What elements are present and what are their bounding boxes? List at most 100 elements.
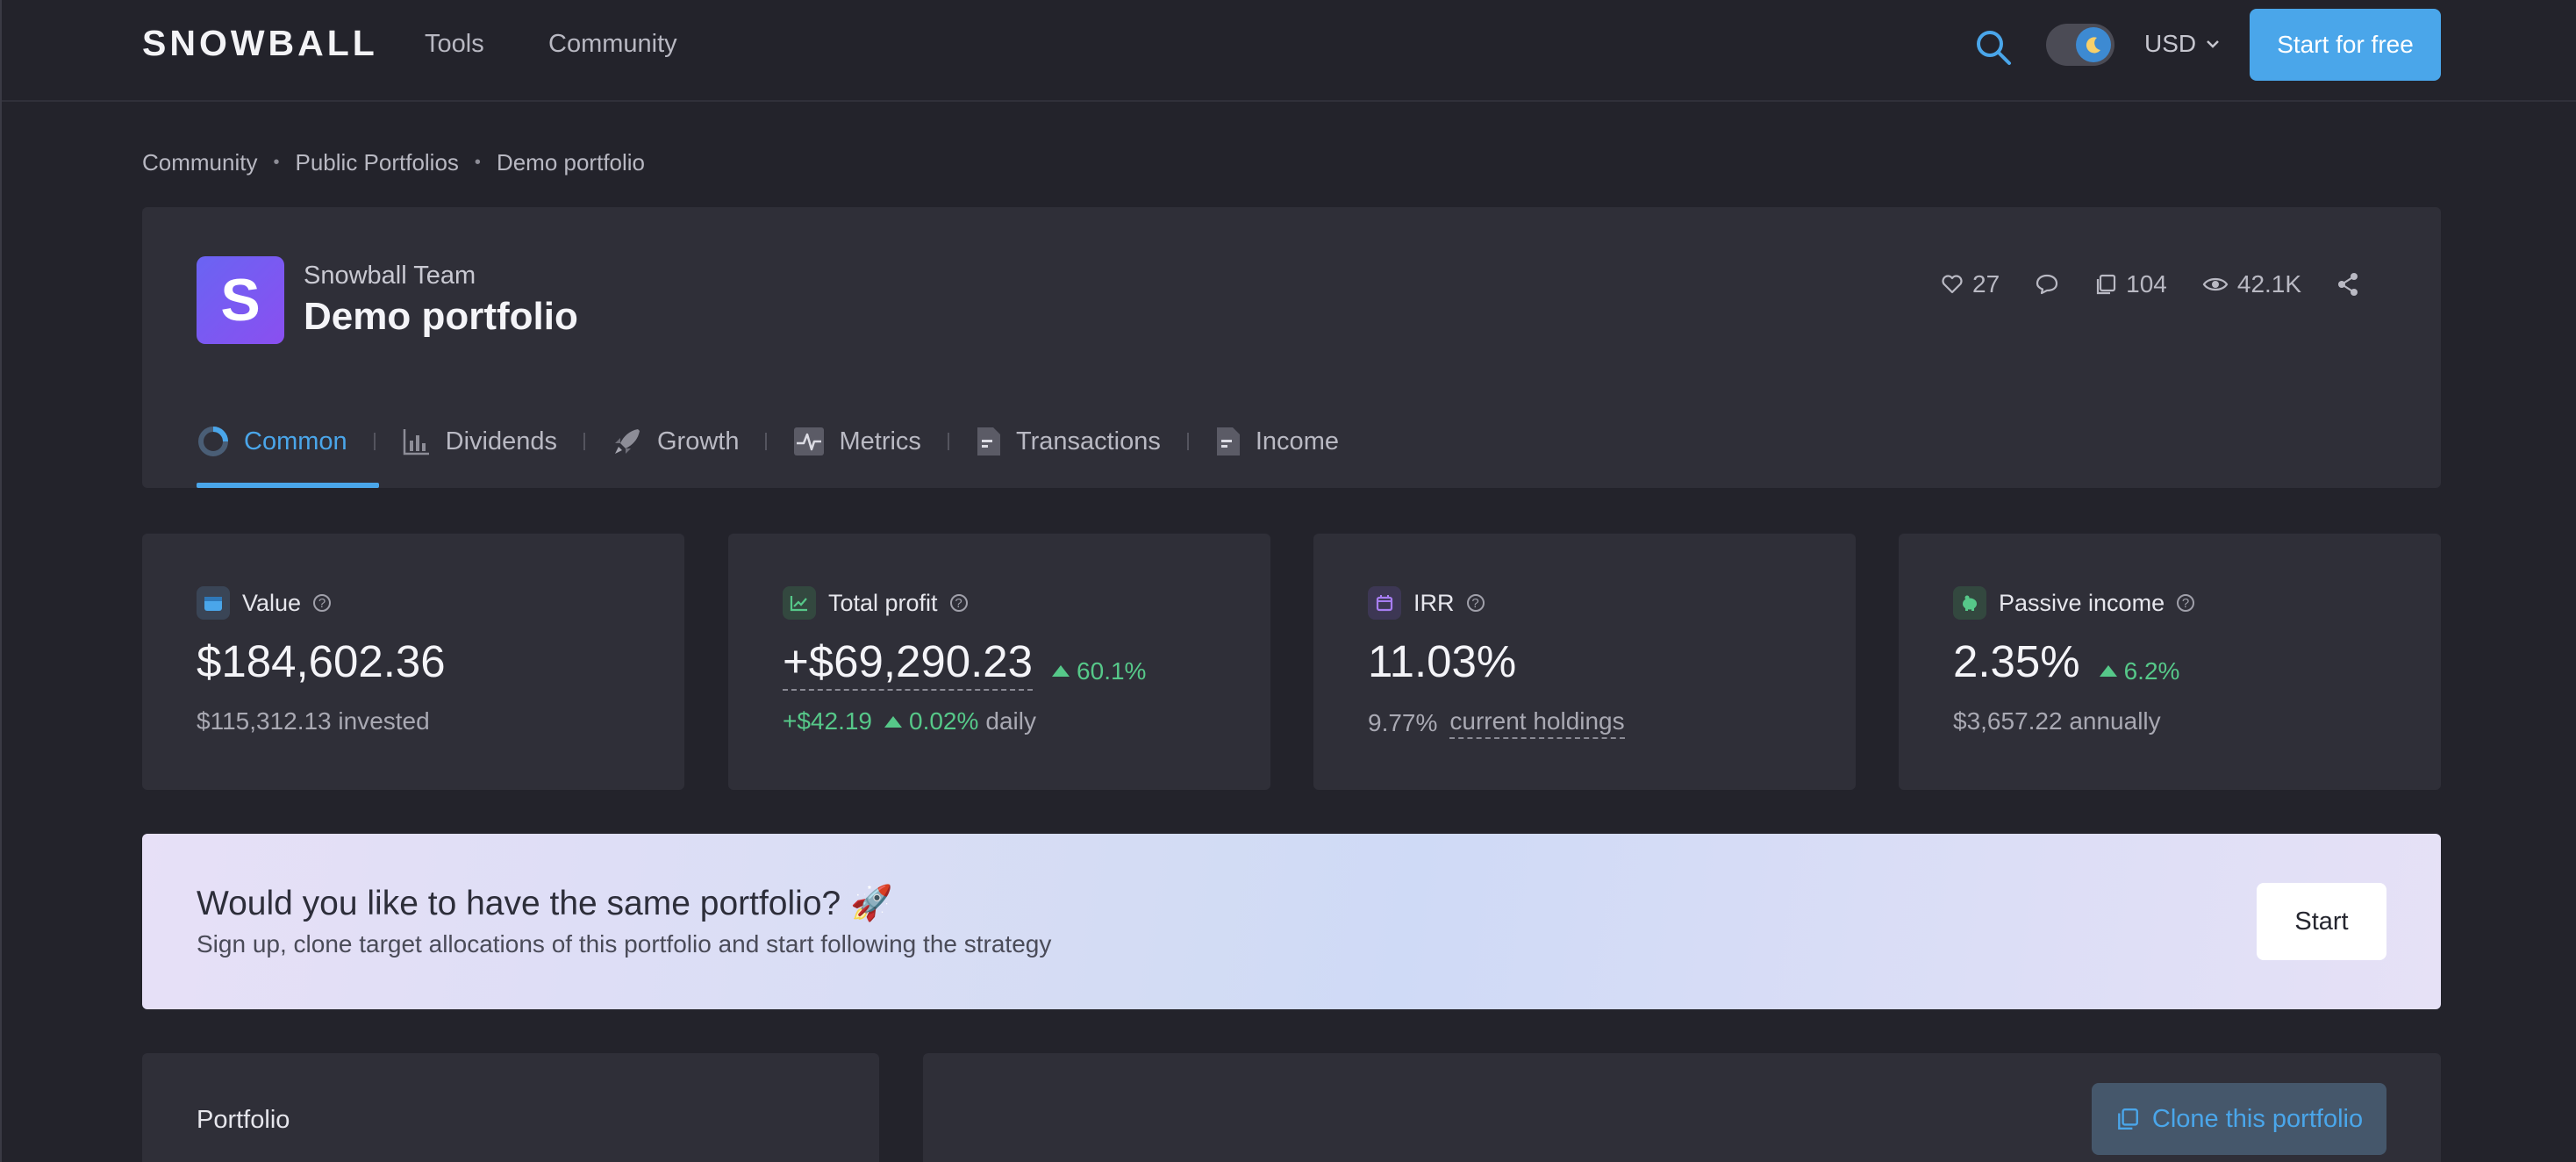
card-value: 11.03%	[1368, 635, 1516, 687]
income-amount: 2.35%	[1953, 636, 2080, 686]
income-pct: 6.2%	[2123, 656, 2180, 685]
breadcrumb-community[interactable]: Community	[142, 149, 257, 176]
start-for-free-button[interactable]: Start for free	[2250, 9, 2441, 81]
allocation-card: Clone this portfolio	[923, 1053, 2441, 1162]
breadcrumb-separator: •	[474, 153, 481, 172]
portfolio-stats: 27 104 42.1K	[1941, 270, 2359, 298]
current-holdings-link[interactable]: current holdings	[1449, 707, 1625, 739]
tab-label: Growth	[657, 427, 740, 455]
heart-icon	[1942, 275, 1963, 294]
tab-common[interactable]: Common	[197, 405, 379, 488]
tab-label: Metrics	[839, 427, 921, 455]
card-value: 2.35% 6.2%	[1953, 635, 2179, 687]
logo[interactable]: SNOWBALL	[142, 23, 378, 64]
moon-icon	[2076, 27, 2111, 62]
up-arrow-icon	[1052, 665, 1070, 677]
search-icon[interactable]	[1974, 28, 2013, 67]
copy-icon	[2118, 1108, 2138, 1130]
irr-amount: 11.03%	[1368, 636, 1517, 686]
clone-promo-banner: Would you like to have the same portfoli…	[142, 834, 2441, 1009]
up-arrow-icon	[2099, 665, 2117, 677]
piggy-bank-icon	[1953, 586, 1986, 620]
portfolio-owner[interactable]: Snowball Team	[304, 262, 476, 290]
daily-label: daily	[985, 707, 1036, 735]
avatar: S	[197, 256, 284, 344]
copies-button[interactable]: 104	[2094, 270, 2167, 298]
top-navbar: SNOWBALL Tools Community USD Start for f…	[2, 0, 2576, 102]
nav-community[interactable]: Community	[548, 30, 677, 59]
clone-label: Clone this portfolio	[2151, 1104, 2364, 1133]
annual-income: $3,657.22 annually	[1953, 707, 2161, 735]
up-arrow-icon	[884, 715, 902, 728]
profit-amount[interactable]: +$69,290.23	[783, 635, 1034, 691]
passive-income-card: Passive income ? 2.35% 6.2% $3,657.22 an…	[1899, 534, 2441, 790]
card-value: +$69,290.23 60.1%	[783, 635, 1146, 691]
breadcrumb: Community • Public Portfolios • Demo por…	[142, 149, 645, 176]
help-icon[interactable]: ?	[1466, 594, 1485, 612]
help-icon[interactable]: ?	[313, 594, 332, 612]
copies-count: 104	[2126, 270, 2167, 298]
comments-button[interactable]	[2035, 273, 2059, 296]
card-label: Value	[242, 589, 302, 616]
breadcrumb-public-portfolios[interactable]: Public Portfolios	[296, 149, 459, 176]
daily-pct: 0.02%	[909, 707, 979, 735]
tab-metrics[interactable]: Metrics	[793, 405, 921, 467]
tab-dividends[interactable]: Dividends	[402, 405, 557, 467]
share-icon	[2338, 273, 2358, 296]
share-button[interactable]	[2336, 272, 2359, 297]
total-profit-card: Total profit ? +$69,290.23 60.1% +$42.19…	[728, 534, 1270, 790]
breadcrumb-current: Demo portfolio	[496, 149, 646, 176]
tab-divider	[583, 433, 585, 450]
value-card: Value ? $184,602.36 $115,312.13 invested	[142, 534, 684, 790]
currency-label: USD	[2144, 30, 2197, 57]
promo-title: Would you like to have the same portfoli…	[197, 885, 893, 922]
tab-label: Common	[244, 427, 347, 455]
tab-label: Dividends	[445, 427, 557, 455]
tab-income[interactable]: Income	[1215, 405, 1339, 467]
card-subtext: 9.77% current holdings	[1368, 707, 1625, 739]
income-change: 6.2%	[2099, 656, 2180, 685]
promo-subtitle: Sign up, clone target allocations of thi…	[197, 930, 1052, 958]
help-icon[interactable]: ?	[949, 594, 968, 612]
help-icon[interactable]: ?	[2177, 594, 2195, 612]
card-label: Total profit	[828, 589, 938, 616]
views-stat: 42.1K	[2202, 270, 2301, 298]
invested-amount: $115,312.13 invested	[197, 707, 430, 735]
copy-icon	[2097, 274, 2116, 295]
card-value: $184,602.36	[197, 635, 446, 687]
profit-change: 60.1%	[1052, 657, 1146, 685]
chevron-down-icon	[2207, 40, 2220, 48]
currency-select[interactable]: USD	[2144, 30, 2221, 58]
tab-divider	[1186, 433, 1189, 450]
tab-divider	[373, 433, 376, 450]
calendar-icon	[1368, 586, 1401, 620]
theme-toggle[interactable]	[2046, 24, 2114, 66]
like-button[interactable]: 27	[1941, 270, 2000, 298]
tab-growth[interactable]: Growth	[612, 405, 739, 467]
page-title: Demo portfolio	[304, 295, 578, 338]
card-subtext: +$42.19 0.02% daily	[783, 707, 1036, 735]
rocket-icon	[615, 429, 640, 454]
comment-icon	[2036, 274, 2058, 295]
eye-icon	[2202, 277, 2229, 291]
card-header: Total profit ?	[783, 586, 968, 620]
start-button[interactable]: Start	[2257, 883, 2386, 960]
tab-transactions[interactable]: Transactions	[976, 405, 1161, 467]
clone-portfolio-button[interactable]: Clone this portfolio	[2092, 1083, 2386, 1155]
donut-icon	[198, 427, 228, 456]
card-subtext: $3,657.22 annually	[1953, 707, 2161, 735]
card-header: Value ?	[197, 586, 332, 620]
document-icon	[1216, 427, 1240, 455]
card-header: Passive income ?	[1953, 586, 2195, 620]
portfolio-tabs: Common Dividends Growth Metrics Transact…	[197, 405, 1339, 488]
irr-card: IRR ? 11.03% 9.77% current holdings	[1313, 534, 1856, 790]
nav-tools[interactable]: Tools	[425, 30, 484, 59]
pulse-icon	[794, 427, 825, 455]
daily-change: 0.02%	[884, 707, 978, 735]
value-amount: $184,602.36	[197, 636, 446, 686]
likes-count: 27	[1972, 270, 2000, 298]
tab-divider	[765, 433, 768, 450]
tab-label: Income	[1255, 427, 1339, 455]
views-count: 42.1K	[2236, 270, 2302, 298]
document-icon	[977, 427, 1000, 455]
